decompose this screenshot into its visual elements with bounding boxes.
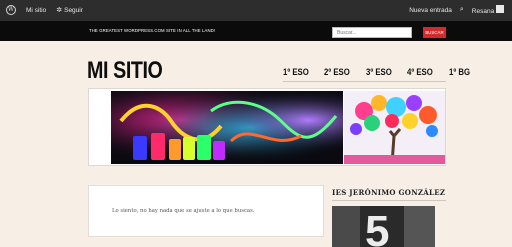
site-tagline: THE GREATEST WORDPRESS.COM SITE IN ALL T… — [89, 28, 216, 33]
nav-divider — [283, 81, 446, 82]
admin-bar-right: Nueva entrada ⌕ Resana — [409, 5, 504, 15]
search-input[interactable] — [332, 27, 412, 38]
nav-item-4eso[interactable]: 4º ESO — [407, 67, 433, 78]
new-post-link[interactable]: Nueva entrada — [409, 7, 452, 14]
widget-divider — [332, 200, 446, 201]
user-label: Resana — [471, 8, 495, 15]
search-button[interactable]: BUSCAR — [423, 27, 446, 38]
admin-bar: W Mi sitio ✲ Seguir Nueva entrada ⌕ Resan… — [0, 0, 512, 21]
widget-image[interactable]: 5 — [332, 206, 435, 247]
banner-image-tree — [344, 91, 445, 164]
nav-item-1bg[interactable]: 1º BG — [449, 67, 470, 78]
admin-bar-left: W Mi sitio ✲ Seguir — [6, 5, 83, 15]
search-icon[interactable]: ⌕ — [460, 6, 464, 14]
nav-item-3eso[interactable]: 3º ESO — [366, 67, 392, 78]
nav-item-1eso[interactable]: 1º ESO — [283, 67, 309, 78]
admin-site-name-link[interactable]: Mi sitio — [26, 7, 46, 14]
site-title[interactable]: MI SITIO — [87, 57, 163, 85]
header-banner — [88, 88, 446, 166]
nav-item-2eso[interactable]: 2º ESO — [324, 67, 350, 78]
avatar — [496, 5, 504, 13]
svg-text:5: 5 — [365, 207, 389, 247]
follow-button[interactable]: ✲ Seguir — [56, 6, 83, 14]
banner-image-paint-splash — [111, 91, 343, 164]
no-results-message: Lo siento, no hay nada que se ajuste a l… — [112, 208, 255, 214]
wordpress-icon[interactable]: W — [6, 5, 16, 15]
widget-title: IES JERÓNIMO GONZÁLEZ — [332, 188, 446, 197]
content-area: Lo siento, no hay nada que se ajuste a l… — [88, 185, 324, 237]
header-bar: THE GREATEST WORDPRESS.COM SITE IN ALL T… — [0, 21, 512, 41]
gear-icon: ✲ — [56, 7, 63, 14]
main-nav: 1º ESO 2º ESO 3º ESO 4º ESO 1º BG — [283, 67, 475, 78]
user-menu[interactable]: Resana — [472, 5, 504, 15]
follow-label: Seguir — [64, 7, 83, 14]
